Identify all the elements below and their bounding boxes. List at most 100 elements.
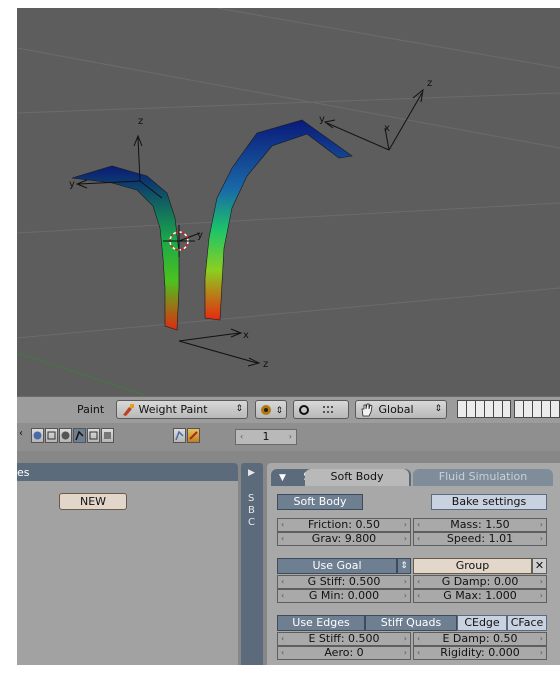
manipulator-toggle[interactable] [293, 400, 349, 419]
soft-body-toggle[interactable]: Soft Body [277, 494, 363, 510]
expand-triangle-icon: ▼ [279, 473, 286, 483]
grav-field[interactable]: ‹ Grav: 9.800 › [277, 532, 411, 546]
aero-field[interactable]: ‹ Aero: 0 › [277, 646, 411, 660]
g-damp-field[interactable]: ‹ G Damp: 0.00 › [413, 575, 547, 589]
cface-toggle[interactable]: CFace [507, 615, 547, 631]
scene-context-icon[interactable] [101, 428, 114, 443]
friction-value: Friction: 0.50 [308, 518, 380, 531]
updown-arrow-icon: ⇕ [235, 404, 243, 414]
rigidity-field[interactable]: ‹ Rigidity: 0.000 › [413, 646, 547, 660]
rigidity-value: Rigidity: 0.000 [440, 646, 520, 659]
new-button[interactable]: NEW [59, 493, 127, 510]
left-panel-header[interactable]: es [17, 463, 238, 481]
axis-label-y: y [197, 230, 203, 241]
close-icon[interactable]: ✕ [532, 558, 547, 574]
g-min-field[interactable]: ‹ G Min: 0.000 › [277, 589, 411, 603]
particles-subtab-icon[interactable] [187, 428, 200, 443]
friction-field[interactable]: ‹ Friction: 0.50 › [277, 518, 411, 532]
left-panel-title: es [17, 466, 30, 479]
script-context-icon[interactable] [45, 428, 58, 443]
right-arrow-icon[interactable]: › [289, 430, 292, 444]
close-glyph: ✕ [534, 559, 545, 572]
blender-window: z y z x y x z y Paint Weight Paint ⇕ ⇕ G… [17, 8, 560, 665]
g-min-value: G Min: 0.000 [308, 589, 380, 602]
shading-context-icon[interactable] [59, 428, 72, 443]
x-axis-line [17, 352, 148, 396]
group-field[interactable]: Group [413, 558, 532, 574]
mode-dropdown[interactable]: Weight Paint ⇕ [116, 400, 248, 419]
group-label: Group [455, 559, 490, 572]
collapse-triangle-icon: ▶ [248, 468, 255, 478]
tab-soft-body-label: Soft Body [330, 470, 384, 483]
e-stiff-value: E Stiff: 0.500 [308, 632, 380, 645]
g-max-value: G Max: 1.000 [443, 589, 517, 602]
g-damp-value: G Damp: 0.00 [441, 575, 519, 588]
snap-grid-icon [322, 404, 340, 416]
axis-label-x: x [384, 123, 390, 134]
e-stiff-field[interactable]: ‹ E Stiff: 0.500 › [277, 632, 411, 646]
e-damp-value: E Damp: 0.50 [442, 632, 518, 645]
editing-context-icon[interactable] [87, 428, 100, 443]
layer-buttons-2[interactable] [514, 400, 560, 418]
speed-value: Speed: 1.01 [446, 532, 514, 545]
left-arrow-icon[interactable]: ‹ [240, 430, 243, 444]
mode-value: Weight Paint [138, 403, 208, 416]
axis-label-z: z [263, 359, 268, 370]
g-max-field[interactable]: ‹ G Max: 1.000 › [413, 589, 547, 603]
viewport-canvas[interactable]: z y z x y x z y [17, 8, 560, 396]
stiff-quads-toggle[interactable]: Stiff Quads [365, 615, 457, 631]
use-edges-toggle[interactable]: Use Edges [277, 615, 365, 631]
pivot-dropdown[interactable]: ⇕ [255, 400, 287, 419]
axis-label-x: x [243, 330, 249, 341]
axis-gizmo-middle: y [178, 230, 203, 242]
grav-value: Grav: 9.800 [311, 532, 377, 545]
updown-arrow-icon: ⇕ [275, 406, 284, 416]
use-goal-toggle[interactable]: Use Goal [277, 558, 397, 574]
orientation-dropdown[interactable]: Global ⇕ [355, 400, 447, 419]
brush-icon [121, 403, 135, 417]
axis-label-y: y [319, 114, 325, 125]
mass-value: Mass: 1.50 [450, 518, 510, 531]
frame-value: 1 [262, 430, 270, 443]
tab-soft-body-front[interactable]: Soft Body [305, 469, 409, 486]
tab-fluid-simulation[interactable]: Fluid Simulation [413, 469, 553, 486]
weight-mesh-right[interactable] [204, 119, 353, 321]
physics-subtab-icon[interactable] [173, 428, 186, 443]
layer-buttons-1[interactable] [457, 400, 511, 418]
axis-gizmo-bottom: x z [178, 328, 268, 370]
updown-arrow-icon[interactable]: ⇕ [397, 558, 411, 574]
updown-arrow-icon: ⇕ [434, 404, 442, 414]
hand-icon [359, 403, 375, 417]
side-tab-letter: B [248, 505, 255, 516]
side-tab-letter: S [248, 493, 255, 504]
g-stiff-value: G Stiff: 0.500 [307, 575, 381, 588]
weight-mesh-left[interactable] [71, 165, 180, 331]
axis-label-y: y [69, 179, 75, 190]
buttons-toolbar: ‹ ‹ 1 › [17, 423, 560, 451]
mode-label: Paint [77, 403, 105, 416]
axis-label-z: z [427, 78, 432, 89]
bake-settings-button[interactable]: Bake settings [431, 494, 547, 510]
orientation-value: Global [378, 403, 414, 416]
logic-context-icon[interactable] [31, 428, 44, 443]
e-damp-field[interactable]: ‹ E Damp: 0.50 › [413, 632, 547, 646]
mass-field[interactable]: ‹ Mass: 1.50 › [413, 518, 547, 532]
left-panel: es NEW [17, 463, 238, 665]
manipulator-icon [298, 404, 310, 416]
side-tab-letter: C [248, 517, 255, 528]
soft-body-panel: ▼ Soft Body Soft Body Fluid Simulation S… [267, 463, 560, 665]
frame-counter[interactable]: ‹ 1 › [235, 429, 297, 445]
object-context-icon[interactable] [73, 428, 86, 443]
speed-field[interactable]: ‹ Speed: 1.01 › [413, 532, 547, 546]
aero-value: Aero: 0 [324, 646, 364, 659]
axis-label-z: z [138, 116, 143, 127]
sbc-side-tab[interactable]: ▶ S B C [241, 463, 263, 665]
collapse-arrow-icon[interactable]: ‹ [19, 428, 23, 439]
tab-fluid-simulation-label: Fluid Simulation [438, 470, 528, 483]
pivot-icon [260, 404, 272, 416]
viewport-header: Paint Weight Paint ⇕ ⇕ Global ⇕ [17, 396, 560, 424]
buttons-window: es NEW ▶ S B C ▼ Soft Body Soft Body Flu… [17, 451, 560, 665]
3d-viewport[interactable]: z y z x y x z y [17, 8, 560, 396]
cedge-toggle[interactable]: CEdge [457, 615, 507, 631]
g-stiff-field[interactable]: ‹ G Stiff: 0.500 › [277, 575, 411, 589]
